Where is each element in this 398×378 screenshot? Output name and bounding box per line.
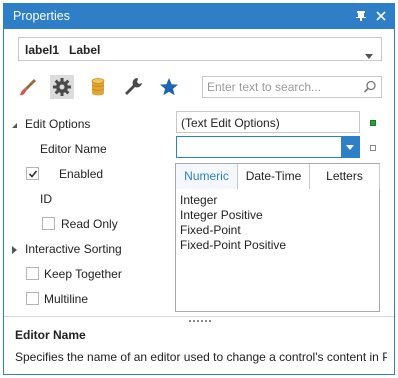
search-icon[interactable] [363,80,377,97]
description-text: Specifies the name of an editor used to … [15,350,387,364]
properties-window: Properties label1 Label Enter text to se… [3,3,395,375]
resize-grip-icon[interactable] [189,313,211,327]
interactive-sorting-label: Interactive Sorting [25,242,122,256]
wrench-icon[interactable] [121,75,145,99]
list-item[interactable]: Integer Positive [180,208,263,222]
list-item[interactable]: Integer [180,193,217,207]
multiline-checkbox[interactable] [26,292,39,305]
read-only-label: Read Only [61,217,118,231]
read-only-checkbox[interactable] [42,217,55,230]
object-selector[interactable]: label1 Label [18,37,382,61]
editor-name-dropdown-button[interactable] [341,137,359,157]
expand-interactive-sorting[interactable] [12,243,18,257]
default-marker [370,145,376,151]
pin-button[interactable] [351,6,371,26]
title-bar: Properties [4,4,394,29]
object-name: label1 [25,43,60,57]
edit-options-value[interactable]: (Text Edit Options) [176,111,360,133]
search-input[interactable] [205,79,355,95]
enabled-checkbox[interactable] [26,167,39,180]
object-type: Label [69,43,101,57]
modified-marker [370,120,376,126]
multiline-label: Multiline [44,292,89,306]
list-item[interactable]: Fixed-Point [180,223,241,237]
close-button[interactable] [371,6,391,26]
description-title: Editor Name [15,328,86,342]
description-divider[interactable] [4,316,394,322]
keep-together-label: Keep Together [44,267,122,281]
edit-options-label: Edit Options [25,117,91,131]
edit-options-value-text: (Text Edit Options) [181,116,280,130]
star-icon[interactable] [157,75,181,99]
search-box [202,76,382,98]
editor-name-combo[interactable] [176,136,360,158]
triangle-right-icon [12,243,18,257]
editor-dropdown-popup: Numeric Date-Time Letters Integer Intege… [175,163,380,312]
gear-icon[interactable] [50,75,74,99]
keep-together-checkbox[interactable] [26,267,39,280]
tab-letters[interactable]: Letters [310,164,380,189]
object-selector-value: label1 Label [25,43,100,57]
database-icon[interactable] [86,75,110,99]
brush-icon[interactable] [16,75,40,99]
triangle-down-icon [11,118,18,132]
tab-numeric[interactable]: Numeric [176,164,238,189]
tab-date-time[interactable]: Date-Time [238,164,310,189]
window-title: Properties [13,9,70,23]
enabled-label: Enabled [59,167,104,181]
list-item[interactable]: Fixed-Point Positive [180,238,286,252]
chevron-down-icon [365,48,373,62]
editor-name-label: Editor Name [40,142,107,156]
id-label: ID [40,192,52,206]
editor-category-tabs: Numeric Date-Time Letters [176,164,380,189]
expand-edit-options[interactable] [11,118,18,132]
